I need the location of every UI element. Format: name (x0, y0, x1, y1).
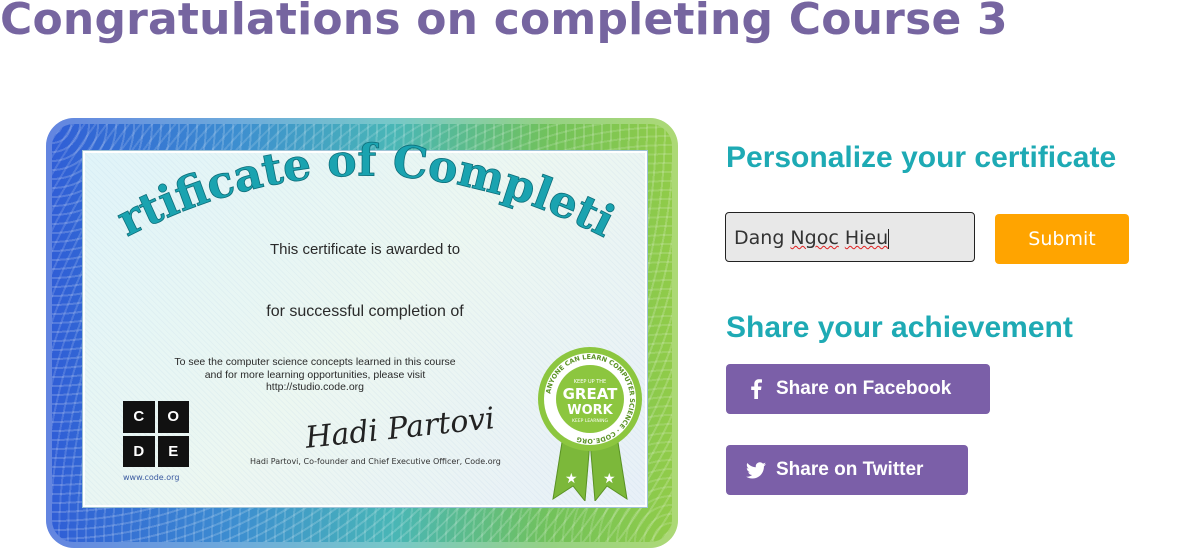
name-part: Ngoc (790, 227, 839, 249)
code-org-logo: C O D E (123, 401, 189, 467)
signature: Hadi Partovi (303, 401, 497, 456)
certificate-body: Certificate of Completion This certifica… (67, 93, 648, 508)
name-part: Dang (734, 227, 791, 249)
page-title: Congratulations on completing Course 3 (0, 0, 1008, 45)
logo-letter: D (123, 435, 155, 467)
logo-letter: E (157, 435, 189, 467)
name-input[interactable]: Dang Ngoc Hieu (725, 212, 975, 262)
logo-letter: O (157, 401, 189, 433)
badge-bottom-text: KEEP LEARNING (572, 418, 608, 424)
personalize-heading: Personalize your certificate (726, 141, 1117, 174)
completion-text: for successful completion of (266, 303, 464, 320)
fineprint-line: and for more learning opportunities, ple… (204, 368, 426, 381)
share-heading: Share your achievement (726, 311, 1073, 344)
fineprint-line: To see the computer science concepts lea… (174, 356, 456, 368)
share-facebook-button[interactable]: Share on Facebook (726, 364, 990, 414)
badge-star-icon: ★ (565, 471, 578, 487)
certificate-heading: Certificate of Completion (67, 93, 645, 248)
text-cursor (888, 228, 890, 249)
signature-caption: Hadi Partovi, Co-founder and Chief Execu… (250, 457, 501, 466)
fineprint: To see the computer science concepts lea… (65, 356, 565, 394)
badge-line1: GREAT (563, 385, 619, 403)
twitter-icon (746, 460, 766, 480)
share-twitter-label: Share on Twitter (776, 459, 924, 480)
fineprint-line: http://studio.code.org (265, 381, 365, 393)
badge-line2: WORK (567, 403, 613, 418)
share-facebook-label: Share on Facebook (776, 378, 952, 399)
certificate-heading-text: Certificate of Completion (67, 93, 623, 248)
certificate-image: Certificate of Completion This certifica… (46, 93, 678, 548)
name-part: Hieu (844, 227, 889, 249)
svg-text:Certificate of Completion: Certificate of Completion (85, 133, 623, 243)
facebook-icon (746, 379, 766, 399)
great-work-badge: ★ ★ ANYONE CAN LEARN COMPUTER SCIENCE · … (538, 347, 642, 501)
logo-url: www.code.org (123, 473, 180, 482)
logo-letter: C (123, 401, 155, 433)
share-twitter-button[interactable]: Share on Twitter (726, 445, 968, 495)
badge-star-icon: ★ (603, 471, 616, 487)
submit-button[interactable]: Submit (995, 214, 1129, 264)
awarded-text: This certificate is awarded to (269, 241, 461, 258)
